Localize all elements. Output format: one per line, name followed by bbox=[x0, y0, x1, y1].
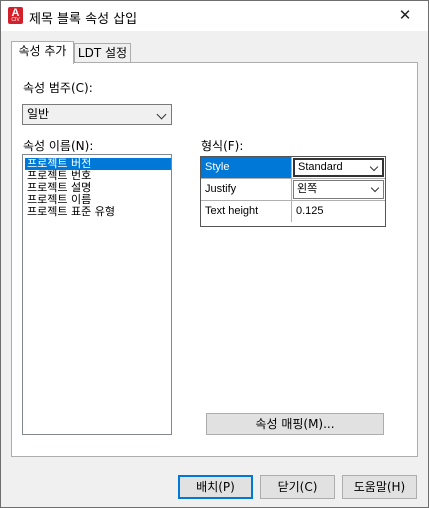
category-dropdown[interactable]: 일반 bbox=[22, 104, 172, 125]
place-button[interactable]: 배치(P) bbox=[178, 475, 253, 499]
format-property-grid: Style Standard Justify 왼쪽 Text height 0.… bbox=[200, 156, 386, 227]
format-label: 형식(F): bbox=[201, 139, 244, 153]
help-button[interactable]: 도움말(H) bbox=[342, 475, 417, 499]
autocad-civil-app-icon: A CIV bbox=[8, 7, 23, 24]
tab-ldt-settings[interactable]: LDT 설정 bbox=[74, 43, 131, 64]
app-icon-subtext: CIV bbox=[11, 17, 20, 23]
style-dropdown[interactable]: Standard bbox=[293, 158, 384, 177]
dialog-window: A CIV 제목 블록 속성 삽입 ✕ 속성 추가 LDT 설정 속성 범주(C… bbox=[0, 0, 429, 508]
style-value: Standard bbox=[298, 161, 343, 173]
tab-add-attribute[interactable]: 속성 추가 bbox=[11, 41, 74, 64]
justify-value: 왼쪽 bbox=[297, 183, 318, 195]
property-name-style: Style bbox=[201, 157, 292, 178]
close-button[interactable]: 닫기(C) bbox=[260, 475, 335, 499]
chevron-down-icon bbox=[370, 183, 380, 193]
justify-dropdown[interactable]: 왼쪽 bbox=[293, 180, 384, 199]
text-height-field[interactable]: 0.125 bbox=[292, 201, 385, 222]
attribute-mapping-button[interactable]: 속성 매핑(M)... bbox=[206, 413, 384, 435]
dialog-title: 제목 블록 속성 삽입 bbox=[29, 12, 138, 27]
property-row-text-height[interactable]: Text height 0.125 bbox=[201, 201, 385, 223]
list-item-project-standard-type[interactable]: 프로젝트 표준 유형 bbox=[25, 206, 171, 218]
attribute-name-label: 속성 이름(N): bbox=[23, 139, 94, 153]
property-row-justify[interactable]: Justify 왼쪽 bbox=[201, 179, 385, 201]
category-label: 속성 범주(C): bbox=[23, 81, 93, 95]
property-name-text-height: Text height bbox=[201, 201, 292, 222]
property-row-style[interactable]: Style Standard bbox=[201, 157, 385, 179]
category-selected-value: 일반 bbox=[27, 107, 50, 121]
property-name-justify: Justify bbox=[201, 179, 292, 200]
attribute-name-list[interactable]: 프로젝트 버전 프로젝트 번호 프로젝트 설명 프로젝트 이름 프로젝트 표준 … bbox=[22, 154, 172, 435]
chevron-down-icon bbox=[156, 109, 167, 120]
chevron-down-icon bbox=[369, 162, 379, 172]
close-icon[interactable]: ✕ bbox=[382, 1, 428, 31]
title-bar[interactable]: A CIV 제목 블록 속성 삽입 ✕ bbox=[1, 1, 428, 31]
